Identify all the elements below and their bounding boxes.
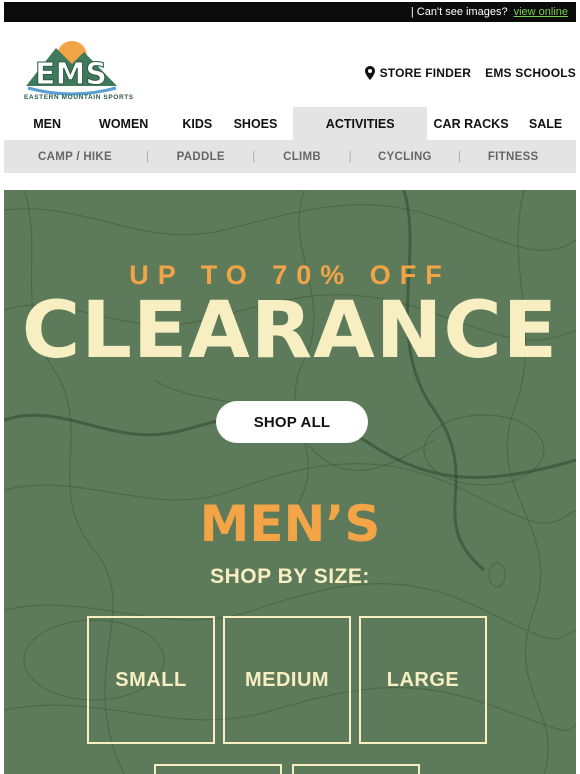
subnav-item-cycling[interactable]: CYCLING bbox=[352, 151, 458, 163]
store-finder-label: STORE FINDER bbox=[379, 66, 472, 80]
subnav-item-paddle[interactable]: PADDLE bbox=[149, 151, 252, 163]
nav-item-shoes[interactable]: SHOES bbox=[234, 107, 278, 140]
subnav-item-climb[interactable]: CLIMB bbox=[256, 151, 349, 163]
nav-item-kids[interactable]: KIDS bbox=[157, 107, 237, 140]
subnav-item-fitness[interactable]: FITNESS bbox=[461, 151, 565, 163]
nav-item-activities[interactable]: ACTIVITIES bbox=[293, 107, 427, 140]
header-links: STORE FINDER EMS SCHOOLS bbox=[364, 66, 576, 80]
activities-subnav: CAMP / HIKE | PADDLE | CLIMB | CYCLING |… bbox=[4, 140, 576, 173]
mens-section-title: MEN’S bbox=[199, 495, 381, 553]
nav-item-men[interactable]: MEN bbox=[4, 107, 90, 140]
size-medium-button[interactable]: MEDIUM bbox=[223, 616, 351, 744]
subnav-item-camp-hike[interactable]: CAMP / HIKE bbox=[4, 151, 146, 163]
nav-item-car-racks[interactable]: CAR RACKS bbox=[427, 107, 515, 140]
ems-schools-link[interactable]: EMS SCHOOLS bbox=[485, 66, 576, 80]
header: EMS EASTERN MOUNTAIN SPORTS STORE FINDER… bbox=[4, 22, 576, 106]
shop-by-size-heading: SHOP BY SIZE: bbox=[210, 565, 370, 588]
nav-item-sale[interactable]: SALE bbox=[515, 107, 576, 140]
logo-letters: EMS bbox=[35, 57, 107, 92]
brand-tagline: EASTERN MOUNTAIN SPORTS bbox=[24, 94, 134, 101]
cant-see-images-text: | Can't see images? bbox=[410, 6, 508, 18]
main-nav: MEN WOMEN KIDS SHOES ACTIVITIES CAR RACK… bbox=[4, 107, 576, 140]
store-finder-link[interactable]: STORE FINDER bbox=[364, 66, 472, 80]
shop-all-button[interactable]: SHOP ALL bbox=[216, 401, 368, 443]
view-online-link[interactable]: view online bbox=[514, 6, 568, 18]
size-box-partial[interactable] bbox=[154, 764, 282, 774]
size-small-button[interactable]: SMALL bbox=[87, 616, 215, 744]
top-bar: | Can't see images? view online bbox=[4, 2, 576, 22]
size-box-partial[interactable] bbox=[292, 764, 420, 774]
map-pin-icon bbox=[364, 66, 375, 80]
clearance-hero[interactable]: UP TO 70% OFF CLEARANCE SHOP ALL MEN’S S… bbox=[4, 190, 576, 774]
size-large-button[interactable]: LARGE bbox=[359, 616, 487, 744]
nav-item-women[interactable]: WOMEN bbox=[90, 107, 157, 140]
promo-headline: CLEARANCE bbox=[21, 286, 559, 376]
